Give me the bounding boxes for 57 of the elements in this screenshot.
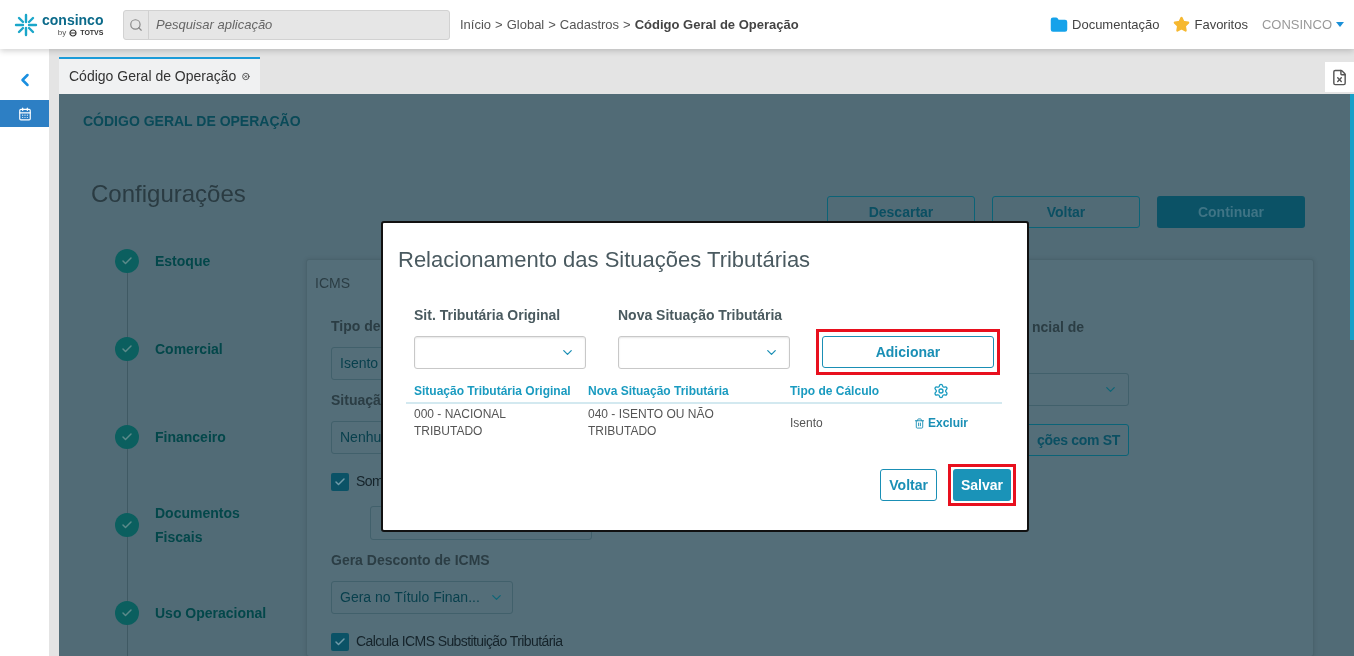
dialog-title: Relacionamento das Situações Tributárias [398, 247, 812, 273]
table-cell-text: Isento [790, 414, 824, 432]
select-field[interactable]: Gera no Título Finan... [331, 581, 513, 614]
column-header: Nova Situação Tributária [588, 383, 730, 400]
step-label[interactable]: Comercial [155, 337, 275, 361]
check-icon [121, 431, 133, 443]
logo-icon [14, 12, 38, 37]
folder-icon [1050, 15, 1068, 34]
delete-button[interactable]: Excluir [914, 414, 968, 432]
close-document-icon[interactable] [1331, 68, 1348, 86]
brand-icon [69, 28, 78, 37]
field-label: Sit. Tributária Original [414, 306, 562, 324]
step-label[interactable]: Financeiro [155, 425, 275, 449]
column-header: Situação Tributária Original [414, 383, 572, 400]
step-label[interactable]: Estoque [155, 249, 275, 273]
breadcrumb-separator: > [548, 15, 556, 34]
breadcrumb-separator: > [623, 15, 631, 34]
checkbox[interactable] [331, 472, 349, 491]
check-icon [121, 607, 133, 619]
search-icon [129, 17, 143, 32]
check-icon [334, 475, 346, 488]
logo-name: consinco [42, 12, 104, 28]
page-heading: CÓDIGO GERAL DE OPERAÇÃO [83, 113, 302, 129]
checkbox[interactable] [331, 632, 349, 651]
trash-icon [914, 417, 925, 429]
add-button[interactable]: Adicionar [822, 336, 994, 368]
back-button[interactable]: Voltar [880, 469, 937, 501]
save-button[interactable]: Salvar [952, 469, 1011, 501]
search-field[interactable]: Pesquisar aplicação [123, 9, 450, 40]
checkbox-label: Calcula ICMS Substituição Tributária [356, 632, 563, 651]
field-label: Nova Situação Tributária [618, 306, 784, 324]
calendar-button[interactable] [0, 100, 49, 127]
settings-icon[interactable] [933, 383, 949, 399]
header-link[interactable]: Documentação [1072, 14, 1160, 35]
logo-byline: by [57, 28, 67, 37]
breadcrumb-item[interactable]: Global [506, 14, 545, 35]
breadcrumb-separator: > [495, 15, 503, 34]
close-icon[interactable] [242, 70, 250, 83]
check-icon [334, 635, 346, 648]
check-icon [121, 519, 133, 531]
breadcrumb-item[interactable]: Início [460, 14, 492, 35]
caret-icon [1336, 22, 1344, 27]
table-cell-text: 000 - NACIONAL TRIBUTADO [414, 406, 507, 440]
check-icon [121, 255, 133, 267]
scroll-bar[interactable] [1350, 94, 1354, 340]
table-cell-text: 040 - ISENTO OU NÃO TRIBUTADO [588, 406, 715, 440]
calendar-icon [17, 106, 32, 121]
check-icon [121, 343, 133, 355]
breadcrumb-item: Código Geral de Operação [634, 15, 799, 34]
header-link[interactable]: Favoritos [1194, 14, 1248, 35]
column-header: Tipo de Cálculo [790, 383, 881, 400]
user-menu[interactable]: CONSINCO [1261, 14, 1332, 35]
breadcrumb-item[interactable]: Cadastros [559, 14, 620, 35]
star-icon [1173, 16, 1191, 33]
step-label[interactable]: Uso Operacional [155, 601, 275, 625]
step-label[interactable]: Documentos Fiscais [155, 501, 275, 549]
tab[interactable]: Código Geral de Operação [59, 57, 260, 94]
